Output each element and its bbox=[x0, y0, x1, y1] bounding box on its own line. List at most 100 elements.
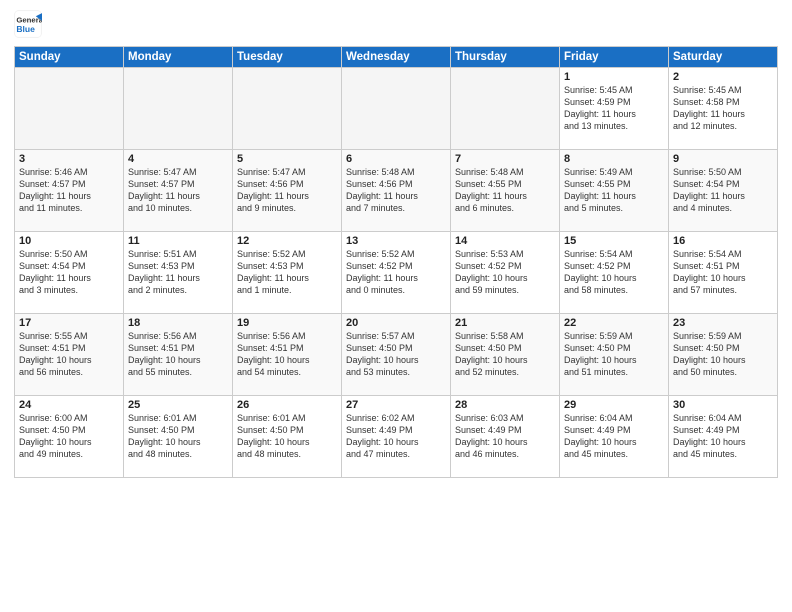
day-info: Sunrise: 5:52 AM Sunset: 4:53 PM Dayligh… bbox=[237, 248, 337, 297]
day-number: 1 bbox=[564, 71, 664, 83]
calendar-week-row: 1Sunrise: 5:45 AM Sunset: 4:59 PM Daylig… bbox=[15, 68, 778, 150]
day-info: Sunrise: 5:52 AM Sunset: 4:52 PM Dayligh… bbox=[346, 248, 446, 297]
day-number: 14 bbox=[455, 235, 555, 247]
day-number: 29 bbox=[564, 399, 664, 411]
calendar-day-cell: 22Sunrise: 5:59 AM Sunset: 4:50 PM Dayli… bbox=[560, 314, 669, 396]
day-number: 16 bbox=[673, 235, 773, 247]
weekday-header: Wednesday bbox=[342, 47, 451, 68]
day-info: Sunrise: 5:45 AM Sunset: 4:59 PM Dayligh… bbox=[564, 84, 664, 133]
day-number: 19 bbox=[237, 317, 337, 329]
day-info: Sunrise: 5:56 AM Sunset: 4:51 PM Dayligh… bbox=[128, 330, 228, 379]
calendar-day-cell: 24Sunrise: 6:00 AM Sunset: 4:50 PM Dayli… bbox=[15, 396, 124, 478]
day-info: Sunrise: 5:47 AM Sunset: 4:57 PM Dayligh… bbox=[128, 166, 228, 215]
day-info: Sunrise: 5:57 AM Sunset: 4:50 PM Dayligh… bbox=[346, 330, 446, 379]
day-number: 18 bbox=[128, 317, 228, 329]
day-number: 9 bbox=[673, 153, 773, 165]
calendar-day-cell: 29Sunrise: 6:04 AM Sunset: 4:49 PM Dayli… bbox=[560, 396, 669, 478]
calendar-day-cell: 15Sunrise: 5:54 AM Sunset: 4:52 PM Dayli… bbox=[560, 232, 669, 314]
calendar-day-cell bbox=[124, 68, 233, 150]
logo: General Blue bbox=[14, 10, 46, 38]
svg-text:Blue: Blue bbox=[16, 24, 35, 34]
calendar-day-cell: 14Sunrise: 5:53 AM Sunset: 4:52 PM Dayli… bbox=[451, 232, 560, 314]
page: General Blue SundayMondayTuesdayWednesda… bbox=[0, 0, 792, 612]
day-info: Sunrise: 6:01 AM Sunset: 4:50 PM Dayligh… bbox=[128, 412, 228, 461]
day-info: Sunrise: 5:45 AM Sunset: 4:58 PM Dayligh… bbox=[673, 84, 773, 133]
weekday-header: Thursday bbox=[451, 47, 560, 68]
calendar-week-row: 3Sunrise: 5:46 AM Sunset: 4:57 PM Daylig… bbox=[15, 150, 778, 232]
day-info: Sunrise: 5:55 AM Sunset: 4:51 PM Dayligh… bbox=[19, 330, 119, 379]
calendar-day-cell: 4Sunrise: 5:47 AM Sunset: 4:57 PM Daylig… bbox=[124, 150, 233, 232]
day-info: Sunrise: 5:54 AM Sunset: 4:51 PM Dayligh… bbox=[673, 248, 773, 297]
calendar-header-row: SundayMondayTuesdayWednesdayThursdayFrid… bbox=[15, 47, 778, 68]
calendar-week-row: 17Sunrise: 5:55 AM Sunset: 4:51 PM Dayli… bbox=[15, 314, 778, 396]
weekday-header: Friday bbox=[560, 47, 669, 68]
day-info: Sunrise: 5:50 AM Sunset: 4:54 PM Dayligh… bbox=[19, 248, 119, 297]
day-info: Sunrise: 6:02 AM Sunset: 4:49 PM Dayligh… bbox=[346, 412, 446, 461]
day-number: 30 bbox=[673, 399, 773, 411]
day-number: 8 bbox=[564, 153, 664, 165]
calendar-day-cell: 23Sunrise: 5:59 AM Sunset: 4:50 PM Dayli… bbox=[669, 314, 778, 396]
day-info: Sunrise: 5:47 AM Sunset: 4:56 PM Dayligh… bbox=[237, 166, 337, 215]
calendar-table: SundayMondayTuesdayWednesdayThursdayFrid… bbox=[14, 46, 778, 478]
day-number: 23 bbox=[673, 317, 773, 329]
calendar-day-cell: 11Sunrise: 5:51 AM Sunset: 4:53 PM Dayli… bbox=[124, 232, 233, 314]
calendar-day-cell: 1Sunrise: 5:45 AM Sunset: 4:59 PM Daylig… bbox=[560, 68, 669, 150]
day-number: 12 bbox=[237, 235, 337, 247]
calendar-day-cell: 9Sunrise: 5:50 AM Sunset: 4:54 PM Daylig… bbox=[669, 150, 778, 232]
calendar-week-row: 10Sunrise: 5:50 AM Sunset: 4:54 PM Dayli… bbox=[15, 232, 778, 314]
weekday-header: Tuesday bbox=[233, 47, 342, 68]
logo-icon: General Blue bbox=[14, 10, 42, 38]
day-info: Sunrise: 5:49 AM Sunset: 4:55 PM Dayligh… bbox=[564, 166, 664, 215]
calendar-day-cell: 3Sunrise: 5:46 AM Sunset: 4:57 PM Daylig… bbox=[15, 150, 124, 232]
weekday-header: Saturday bbox=[669, 47, 778, 68]
day-number: 25 bbox=[128, 399, 228, 411]
day-info: Sunrise: 5:48 AM Sunset: 4:56 PM Dayligh… bbox=[346, 166, 446, 215]
day-info: Sunrise: 5:59 AM Sunset: 4:50 PM Dayligh… bbox=[564, 330, 664, 379]
day-number: 24 bbox=[19, 399, 119, 411]
day-info: Sunrise: 5:56 AM Sunset: 4:51 PM Dayligh… bbox=[237, 330, 337, 379]
calendar-day-cell: 20Sunrise: 5:57 AM Sunset: 4:50 PM Dayli… bbox=[342, 314, 451, 396]
day-number: 27 bbox=[346, 399, 446, 411]
day-number: 28 bbox=[455, 399, 555, 411]
weekday-header: Monday bbox=[124, 47, 233, 68]
day-info: Sunrise: 5:58 AM Sunset: 4:50 PM Dayligh… bbox=[455, 330, 555, 379]
day-info: Sunrise: 5:53 AM Sunset: 4:52 PM Dayligh… bbox=[455, 248, 555, 297]
day-number: 2 bbox=[673, 71, 773, 83]
day-info: Sunrise: 6:01 AM Sunset: 4:50 PM Dayligh… bbox=[237, 412, 337, 461]
calendar-day-cell: 27Sunrise: 6:02 AM Sunset: 4:49 PM Dayli… bbox=[342, 396, 451, 478]
calendar-day-cell bbox=[342, 68, 451, 150]
day-number: 4 bbox=[128, 153, 228, 165]
day-number: 20 bbox=[346, 317, 446, 329]
calendar-day-cell: 5Sunrise: 5:47 AM Sunset: 4:56 PM Daylig… bbox=[233, 150, 342, 232]
calendar-day-cell: 30Sunrise: 6:04 AM Sunset: 4:49 PM Dayli… bbox=[669, 396, 778, 478]
day-info: Sunrise: 5:48 AM Sunset: 4:55 PM Dayligh… bbox=[455, 166, 555, 215]
day-info: Sunrise: 5:50 AM Sunset: 4:54 PM Dayligh… bbox=[673, 166, 773, 215]
calendar-day-cell: 7Sunrise: 5:48 AM Sunset: 4:55 PM Daylig… bbox=[451, 150, 560, 232]
day-number: 11 bbox=[128, 235, 228, 247]
calendar-day-cell: 26Sunrise: 6:01 AM Sunset: 4:50 PM Dayli… bbox=[233, 396, 342, 478]
day-number: 6 bbox=[346, 153, 446, 165]
day-number: 21 bbox=[455, 317, 555, 329]
calendar-day-cell: 17Sunrise: 5:55 AM Sunset: 4:51 PM Dayli… bbox=[15, 314, 124, 396]
day-info: Sunrise: 5:51 AM Sunset: 4:53 PM Dayligh… bbox=[128, 248, 228, 297]
calendar-day-cell: 19Sunrise: 5:56 AM Sunset: 4:51 PM Dayli… bbox=[233, 314, 342, 396]
calendar-day-cell: 12Sunrise: 5:52 AM Sunset: 4:53 PM Dayli… bbox=[233, 232, 342, 314]
day-info: Sunrise: 6:04 AM Sunset: 4:49 PM Dayligh… bbox=[673, 412, 773, 461]
day-number: 17 bbox=[19, 317, 119, 329]
calendar-day-cell bbox=[15, 68, 124, 150]
calendar-day-cell: 25Sunrise: 6:01 AM Sunset: 4:50 PM Dayli… bbox=[124, 396, 233, 478]
calendar-day-cell: 13Sunrise: 5:52 AM Sunset: 4:52 PM Dayli… bbox=[342, 232, 451, 314]
day-info: Sunrise: 5:46 AM Sunset: 4:57 PM Dayligh… bbox=[19, 166, 119, 215]
day-number: 5 bbox=[237, 153, 337, 165]
calendar-day-cell: 28Sunrise: 6:03 AM Sunset: 4:49 PM Dayli… bbox=[451, 396, 560, 478]
calendar-day-cell bbox=[233, 68, 342, 150]
day-number: 7 bbox=[455, 153, 555, 165]
day-number: 3 bbox=[19, 153, 119, 165]
day-info: Sunrise: 6:04 AM Sunset: 4:49 PM Dayligh… bbox=[564, 412, 664, 461]
day-number: 13 bbox=[346, 235, 446, 247]
calendar-day-cell bbox=[451, 68, 560, 150]
day-info: Sunrise: 5:54 AM Sunset: 4:52 PM Dayligh… bbox=[564, 248, 664, 297]
calendar-day-cell: 2Sunrise: 5:45 AM Sunset: 4:58 PM Daylig… bbox=[669, 68, 778, 150]
day-info: Sunrise: 6:03 AM Sunset: 4:49 PM Dayligh… bbox=[455, 412, 555, 461]
calendar-day-cell: 10Sunrise: 5:50 AM Sunset: 4:54 PM Dayli… bbox=[15, 232, 124, 314]
